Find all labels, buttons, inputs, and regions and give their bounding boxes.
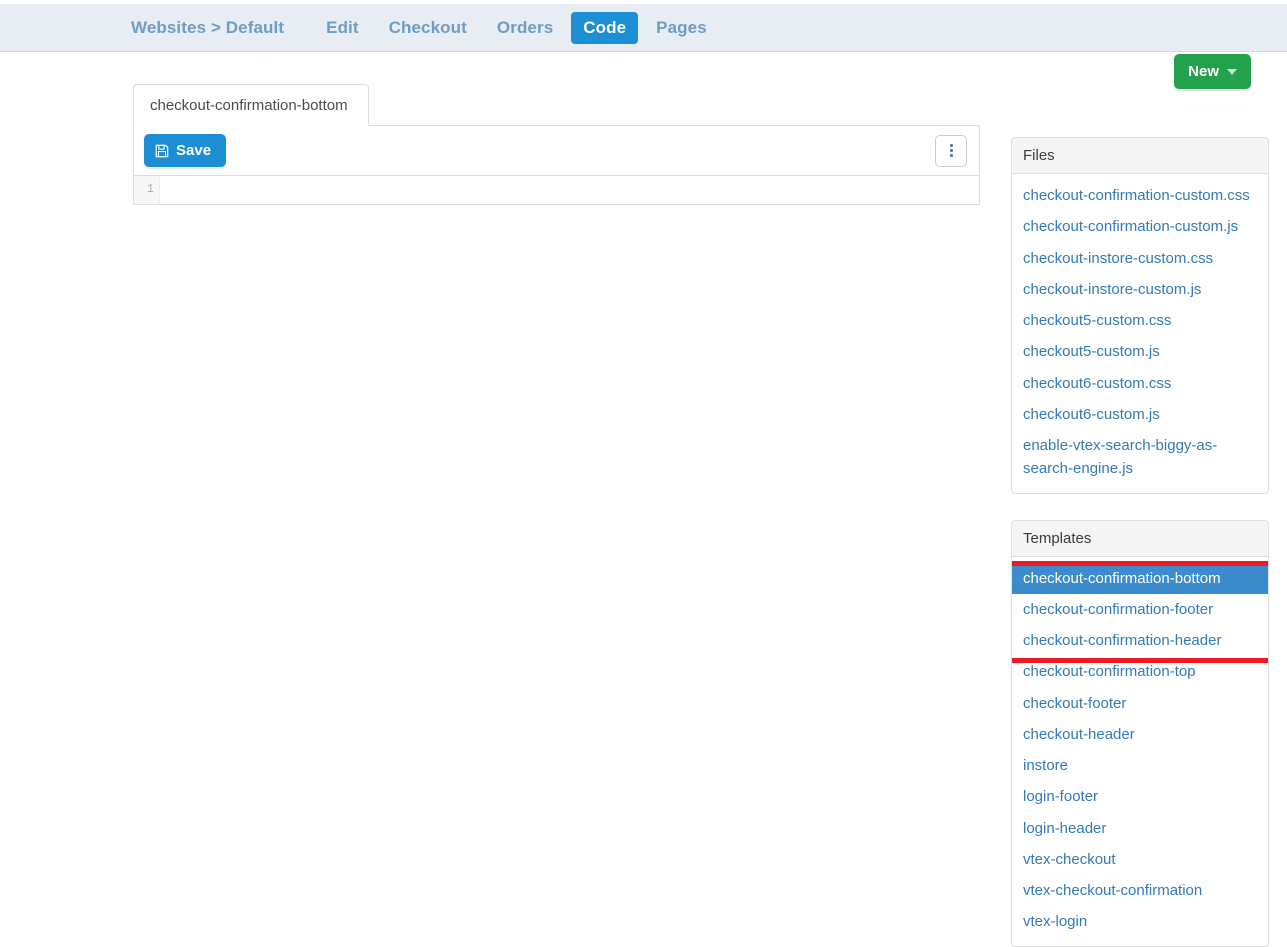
template-list-item[interactable]: checkout-header (1012, 719, 1268, 750)
template-list-item[interactable]: login-header (1012, 813, 1268, 844)
file-list-item[interactable]: checkout5-custom.js (1012, 336, 1268, 367)
nav-item-pages[interactable]: Pages (644, 12, 719, 44)
kebab-menu-icon (950, 144, 953, 147)
nav-item-code[interactable]: Code (571, 12, 638, 44)
chevron-down-icon (1227, 69, 1237, 75)
template-list-item[interactable]: checkout-footer (1012, 688, 1268, 719)
editor-tab-bar: checkout-confirmation-bottom (133, 78, 980, 126)
main-content-area: checkout-confirmation-bottom Save (0, 52, 1287, 839)
file-list-item[interactable]: checkout-confirmation-custom.js (1012, 211, 1268, 242)
templates-list: checkout-confirmation-bottomcheckout-con… (1012, 557, 1268, 946)
file-list-item[interactable]: checkout6-custom.js (1012, 399, 1268, 430)
nav-item-checkout[interactable]: Checkout (377, 12, 479, 44)
line-number-gutter: 1 (134, 176, 160, 204)
top-navigation-bar: Websites > Default EditCheckoutOrdersCod… (0, 4, 1287, 52)
template-list-item[interactable]: vtex-login (1012, 906, 1268, 937)
file-list-item[interactable]: checkout6-custom.css (1012, 368, 1268, 399)
code-editor-panel: checkout-confirmation-bottom Save (133, 78, 980, 205)
template-list-item[interactable]: checkout-confirmation-top (1012, 656, 1268, 687)
editor-toolbar: Save (133, 126, 980, 176)
file-list-item[interactable]: checkout-instore-custom.js (1012, 274, 1268, 305)
editor-tab-active[interactable]: checkout-confirmation-bottom (133, 84, 369, 126)
new-button-label: New (1188, 63, 1219, 80)
editor-options-menu-button[interactable] (935, 135, 967, 167)
new-button[interactable]: New (1174, 54, 1251, 89)
save-button-label: Save (176, 142, 211, 159)
template-list-item[interactable]: instore (1012, 750, 1268, 781)
template-list-item[interactable]: vtex-checkout (1012, 844, 1268, 875)
templates-panel-title: Templates (1012, 521, 1268, 557)
editor-code-area[interactable]: 1 (133, 176, 980, 205)
template-list-item-selected[interactable]: checkout-confirmation-bottom (1012, 563, 1268, 594)
save-button[interactable]: Save (144, 134, 226, 167)
nav-item-edit[interactable]: Edit (314, 12, 371, 44)
template-list-item[interactable]: checkout-confirmation-header (1012, 625, 1268, 656)
files-list: checkout-confirmation-custom.csscheckout… (1012, 174, 1268, 493)
files-panel-title: Files (1012, 138, 1268, 174)
file-list-item[interactable]: checkout-confirmation-custom.css (1012, 180, 1268, 211)
templates-panel: Templates checkout-confirmation-bottomch… (1011, 520, 1269, 947)
breadcrumb: Websites > Default (131, 12, 296, 44)
file-list-item[interactable]: checkout-instore-custom.css (1012, 243, 1268, 274)
code-input[interactable] (160, 176, 979, 204)
template-list-item[interactable]: login-footer (1012, 781, 1268, 812)
kebab-dot (950, 154, 953, 157)
file-list-item[interactable]: checkout5-custom.css (1012, 305, 1268, 336)
template-list-item[interactable]: vtex-checkout-confirmation (1012, 875, 1268, 906)
file-list-item[interactable]: enable-vtex-search-biggy-as-search-engin… (1012, 430, 1268, 485)
right-sidebar: New Files checkout-confirmation-custom.c… (1011, 52, 1269, 947)
kebab-dot (950, 149, 953, 152)
files-panel: Files checkout-confirmation-custom.cssch… (1011, 137, 1269, 494)
nav-item-orders[interactable]: Orders (485, 12, 565, 44)
save-floppy-icon (155, 144, 169, 158)
template-list-item[interactable]: checkout-confirmation-footer (1012, 594, 1268, 625)
